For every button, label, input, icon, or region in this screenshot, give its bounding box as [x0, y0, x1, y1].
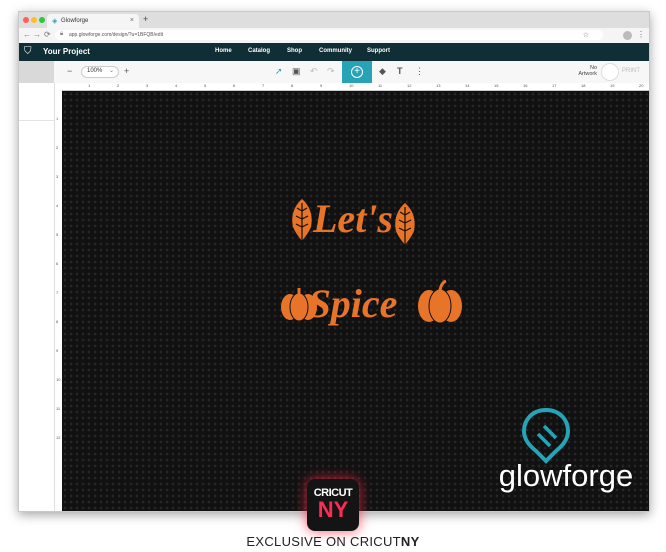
project-title[interactable]: Your Project: [43, 47, 90, 56]
browser-tab[interactable]: ◈ Glowforge ×: [47, 14, 139, 28]
ruler-top-tick: 4: [175, 83, 178, 88]
browser-menu-icon[interactable]: ⋮: [637, 30, 645, 39]
ruler-top-tick: 16: [523, 83, 528, 88]
ruler-left-tick: 7: [56, 290, 59, 295]
ruler-top-tick: 12: [407, 83, 412, 88]
exclusive-footer: EXCLUSIVE ON CRICUTNY: [0, 534, 666, 549]
ruler-top-tick: 5: [204, 83, 207, 88]
app-header: ⛉ Your Project Home Catalog Shop Communi…: [19, 43, 649, 61]
ruler-top-tick: 18: [581, 83, 586, 88]
print-preview-icon[interactable]: ▣: [292, 66, 301, 77]
ruler-top-tick: 8: [291, 83, 294, 88]
artwork-status-line2: Artwork: [578, 71, 597, 77]
undo-icon[interactable]: ↶: [310, 66, 318, 77]
glowforge-favicon-icon: ◈: [52, 18, 58, 25]
reload-icon[interactable]: ⟳: [44, 30, 51, 39]
glowforge-watermark-text: glowforge: [499, 458, 633, 493]
tab-close-icon[interactable]: ×: [130, 17, 134, 24]
text-tool-icon[interactable]: T: [397, 66, 403, 76]
nav-home[interactable]: Home: [215, 48, 232, 54]
nav-shop[interactable]: Shop: [287, 48, 302, 54]
ruler-top-tick: 17: [552, 83, 557, 88]
right-leaf-icon: [395, 203, 415, 247]
zoom-out-button[interactable]: −: [67, 66, 72, 76]
zoom-value: 100%: [87, 68, 103, 74]
artwork-status: No Artwork: [569, 65, 597, 77]
print-label[interactable]: PRINT: [622, 68, 640, 74]
footer-prefix: EXCLUSIVE ON CRICUT: [246, 534, 401, 549]
lock-icon: 🔒︎: [60, 31, 64, 37]
design-toolbar: − 100% ⌄ + ➚ ▣ ↶ ↷ + ◆ T ⋮ No Artwork PR…: [19, 61, 649, 84]
tab-title: Glowforge: [61, 18, 89, 24]
ruler-left-tick: 6: [56, 261, 59, 266]
maximize-window-icon[interactable]: [39, 17, 45, 23]
ruler-left-tick: 11: [56, 406, 61, 411]
tab-bar: ◈ Glowforge × +: [19, 12, 649, 28]
design-artwork[interactable]: Let's Spice glowforge: [62, 91, 649, 511]
badge-line2: NY: [317, 497, 349, 522]
ruler-top: 1 2 3 4 5 6 7 8 9 10 11 12 13 14 15 16 17 18 19 20: [62, 83, 649, 91]
nav-community[interactable]: Community: [319, 48, 352, 54]
nav-catalog[interactable]: Catalog: [248, 48, 270, 54]
ruler-left-tick: 1: [56, 116, 59, 121]
ruler-top-tick: 1: [88, 83, 91, 88]
url-field[interactable]: 🔒︎ app.glowforge.com/design/?u=1BFQB/edi…: [55, 30, 603, 40]
ruler-top-tick: 11: [378, 83, 383, 88]
nav-support[interactable]: Support: [367, 48, 390, 54]
ruler-top-tick: 7: [262, 83, 265, 88]
ruler-left-tick: 5: [56, 232, 59, 237]
left-panel: [19, 83, 55, 511]
browser-window: ◈ Glowforge × + ← → ⟳ 🔒︎ app.glowforge.c…: [18, 11, 650, 512]
laser-bed-canvas[interactable]: Let's Spice glowforge: [62, 91, 649, 511]
ruler-left-tick: 12: [56, 435, 61, 440]
zoom-select[interactable]: 100% ⌄: [81, 66, 119, 78]
add-artwork-button[interactable]: +: [342, 61, 372, 83]
back-icon[interactable]: ←: [23, 30, 31, 39]
glowforge-logo-icon: [521, 407, 571, 464]
url-text: app.glowforge.com/design/?u=1BFQB/edit: [69, 32, 164, 38]
chevron-down-icon: ⌄: [108, 68, 114, 74]
print-button[interactable]: [601, 63, 619, 81]
new-tab-button[interactable]: +: [143, 14, 148, 24]
ruler-top-tick: 3: [146, 83, 149, 88]
ruler-top-tick: 15: [494, 83, 499, 88]
ruler-top-tick: 10: [349, 83, 354, 88]
cricut-ny-badge: CRICUT NY: [307, 479, 359, 531]
profile-avatar[interactable]: [623, 31, 632, 40]
redo-icon[interactable]: ↷: [327, 66, 335, 77]
ruler-top-tick: 13: [436, 83, 441, 88]
zoom-in-button[interactable]: +: [124, 66, 129, 76]
ruler-top-tick: 14: [465, 83, 470, 88]
ruler-top-tick: 6: [233, 83, 236, 88]
ruler-top-tick: 9: [320, 83, 323, 88]
bookmark-star-icon[interactable]: ☆: [583, 31, 589, 39]
ruler-left-tick: 8: [56, 319, 59, 324]
right-pumpkin-icon: [418, 279, 462, 324]
ruler-left-tick: 2: [56, 145, 59, 150]
select-cursor-icon[interactable]: ➚: [275, 66, 283, 77]
close-window-icon[interactable]: [23, 17, 29, 23]
toolbar-panel-spacer: [19, 61, 54, 83]
forward-icon[interactable]: →: [33, 30, 41, 39]
glowforge-logo-icon[interactable]: ⛉: [24, 46, 32, 57]
ruler-left-tick: 9: [56, 348, 59, 353]
panel-divider: [19, 120, 54, 121]
ruler-top-tick: 2: [117, 83, 120, 88]
plus-circle-icon: +: [351, 66, 363, 78]
minimize-window-icon[interactable]: [31, 17, 37, 23]
more-options-icon[interactable]: ⋮: [415, 66, 424, 77]
design-text-spice: Spice: [309, 281, 398, 326]
ruler-top-tick: 19: [610, 83, 615, 88]
left-leaf-icon: [292, 199, 312, 243]
ruler-left-tick: 3: [56, 174, 59, 179]
design-text-lets: Let's: [312, 196, 393, 241]
address-bar-row: ← → ⟳ 🔒︎ app.glowforge.com/design/?u=1BF…: [19, 28, 649, 44]
ruler-top-tick: 20: [639, 83, 644, 88]
ruler-left-tick: 4: [56, 203, 59, 208]
shapes-icon[interactable]: ◆: [379, 66, 386, 77]
ruler-left-tick: 10: [56, 377, 61, 382]
footer-bold: NY: [400, 534, 420, 549]
